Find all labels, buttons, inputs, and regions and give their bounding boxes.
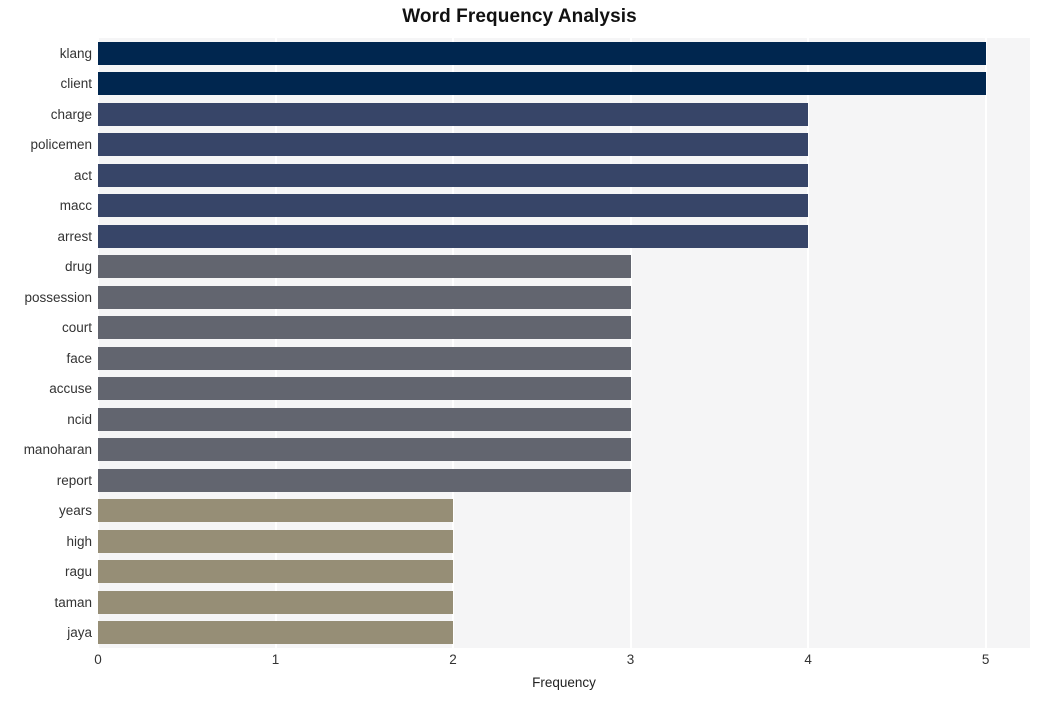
bar bbox=[98, 102, 809, 126]
y-axis-tick-label: high bbox=[66, 533, 92, 549]
plot-area bbox=[97, 38, 1030, 648]
y-axis-tick-labels: klang client charge policemen act macc arrest d… bbox=[0, 38, 92, 648]
bar bbox=[98, 468, 631, 492]
y-axis-tick-label: taman bbox=[54, 594, 92, 610]
bar bbox=[98, 529, 454, 553]
y-axis-tick-label: face bbox=[66, 350, 92, 366]
y-axis-tick-label: report bbox=[56, 472, 92, 488]
bar bbox=[98, 194, 809, 218]
y-axis-tick-label: charge bbox=[50, 106, 92, 122]
x-axis-title: Frequency bbox=[532, 675, 596, 690]
y-axis-tick-label: macc bbox=[59, 198, 92, 214]
y-axis-tick-label: jaya bbox=[67, 625, 92, 641]
bar bbox=[98, 621, 454, 645]
bar bbox=[98, 255, 631, 279]
bar bbox=[98, 163, 809, 187]
y-axis-tick-label: arrest bbox=[57, 228, 92, 244]
bar bbox=[98, 41, 986, 65]
word-frequency-chart-figure: Word Frequency Analysis klang client charg… bbox=[0, 0, 1039, 701]
y-axis-tick-label: ncid bbox=[67, 411, 92, 427]
bar bbox=[98, 72, 986, 96]
bar bbox=[98, 590, 454, 614]
y-axis-tick-label: ragu bbox=[64, 564, 92, 580]
bar bbox=[98, 224, 809, 248]
bar bbox=[98, 438, 631, 462]
bar bbox=[98, 346, 631, 370]
y-axis-tick-label: klang bbox=[59, 45, 92, 61]
y-axis-tick-label: act bbox=[73, 167, 92, 183]
y-axis-tick-label: court bbox=[61, 320, 92, 336]
bars-layer bbox=[98, 38, 1030, 648]
bar bbox=[98, 407, 631, 431]
x-axis-tick-label: 2 bbox=[449, 652, 457, 667]
chart-title: Word Frequency Analysis bbox=[402, 6, 637, 27]
y-axis-tick-label: drug bbox=[64, 259, 92, 275]
x-axis-tick-label: 4 bbox=[804, 652, 812, 667]
bar bbox=[98, 285, 631, 309]
bar bbox=[98, 133, 809, 157]
x-axis-tick-label: 3 bbox=[626, 652, 635, 667]
y-axis-tick-label: manoharan bbox=[23, 442, 92, 458]
x-axis-tick-labels: 0 1 2 3 4 5 bbox=[0, 652, 1039, 674]
bar bbox=[98, 560, 454, 584]
y-axis-tick-label: accuse bbox=[49, 381, 92, 397]
bar bbox=[98, 377, 631, 401]
y-axis-tick-label: policemen bbox=[30, 137, 92, 153]
x-axis-tick-label: 0 bbox=[94, 652, 102, 667]
x-axis-tick-label: 1 bbox=[271, 652, 280, 667]
bar bbox=[98, 316, 631, 340]
y-axis-tick-label: years bbox=[58, 503, 92, 519]
y-axis-tick-label: client bbox=[60, 76, 92, 92]
y-axis-tick-label: possession bbox=[24, 289, 92, 305]
x-axis-tick-label: 5 bbox=[981, 652, 990, 667]
bar bbox=[98, 499, 454, 523]
